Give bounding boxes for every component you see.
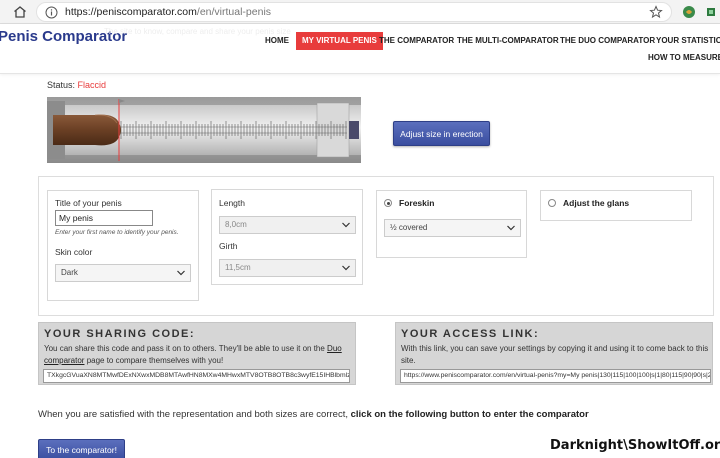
access-link-description: With this link, you can save your settin… xyxy=(401,344,709,365)
extension-icon[interactable] xyxy=(682,5,696,19)
nav-how-to-measure[interactable]: HOW TO MEASURE? xyxy=(648,53,720,62)
nav-your-statistics[interactable]: YOUR STATISTICS xyxy=(656,32,720,50)
final-instruction: When you are satisfied with the represen… xyxy=(38,409,589,420)
sharing-code-heading: YOUR SHARING CODE: xyxy=(44,328,196,340)
foreskin-select[interactable]: ½ covered xyxy=(384,219,521,237)
sharing-code-box: YOUR SHARING CODE: You can share this co… xyxy=(38,322,356,385)
nav-duo-comparator[interactable]: THE DUO COMPARATOR xyxy=(560,32,655,50)
chevron-down-icon xyxy=(177,270,185,276)
foreskin-radio[interactable] xyxy=(384,199,392,207)
title-label: Title of your penis xyxy=(55,198,122,208)
site-info-icon[interactable] xyxy=(45,6,58,19)
chevron-down-icon xyxy=(342,222,350,228)
penis-title-input[interactable]: My penis xyxy=(55,210,153,226)
access-link-box: YOUR ACCESS LINK: With this link, you ca… xyxy=(395,322,713,385)
extension-icon[interactable] xyxy=(704,5,718,19)
access-link-heading: YOUR ACCESS LINK: xyxy=(401,328,540,340)
adjust-erection-button[interactable]: Adjust size in erection xyxy=(393,121,490,146)
chevron-down-icon xyxy=(507,225,515,231)
nav-home[interactable]: HOME xyxy=(265,32,289,50)
glans-label: Adjust the glans xyxy=(563,198,630,208)
length-select[interactable]: 8,0cm xyxy=(219,216,356,234)
glans-card: Adjust the glans xyxy=(540,190,692,221)
penis-size-preview xyxy=(47,97,361,163)
status-text: Status: Flaccid xyxy=(47,80,107,90)
girth-select[interactable]: 11,5cm xyxy=(219,259,356,277)
status-value: Flaccid xyxy=(77,80,107,90)
address-bar[interactable]: https://peniscomparator.com/en/virtual-p… xyxy=(36,2,672,22)
foreskin-card: Foreskin ½ covered xyxy=(376,190,527,258)
chevron-down-icon xyxy=(342,265,350,271)
skin-color-label: Skin color xyxy=(55,247,93,257)
nav-my-virtual-penis[interactable]: MY VIRTUAL PENIS xyxy=(296,32,383,50)
sharing-code-field[interactable]: TXkgcGVuaXN8MTMwfDExNXwxMDB8MTAwfHN8MXw4… xyxy=(43,369,350,383)
glans-radio[interactable] xyxy=(548,199,556,207)
site-tagline: The site to know, compare and share your… xyxy=(104,27,291,36)
browser-toolbar: https://peniscomparator.com/en/virtual-p… xyxy=(0,0,720,24)
watermark: Darknight\ShowItOff.org xyxy=(550,438,720,453)
bookmark-star-icon[interactable] xyxy=(649,5,663,19)
girth-label: Girth xyxy=(219,241,238,251)
url-text: https://peniscomparator.com/en/virtual-p… xyxy=(65,6,272,18)
page-root: https://peniscomparator.com/en/virtual-p… xyxy=(0,0,720,458)
to-comparator-button[interactable]: To the comparator! xyxy=(38,439,125,458)
length-label: Length xyxy=(219,198,245,208)
skin-color-select[interactable]: Dark xyxy=(55,264,191,282)
foreskin-label: Foreskin xyxy=(399,198,435,208)
title-hint: Enter your first name to identify your p… xyxy=(55,229,179,236)
title-skin-card: Title of your penis My penis Enter your … xyxy=(47,190,199,301)
size-card: Length 8,0cm Girth 11,5cm xyxy=(211,189,363,285)
nav-multi-comparator[interactable]: THE MULTI-COMPARATOR xyxy=(457,32,559,50)
site-header: Penis Comparator The site to know, compa… xyxy=(0,24,720,74)
home-icon[interactable] xyxy=(12,4,28,20)
nav-the-comparator[interactable]: THE COMPARATOR xyxy=(379,32,454,50)
sharing-code-description: You can share this code and pass it on t… xyxy=(44,344,342,365)
access-link-field[interactable]: https://www.peniscomparator.com/en/virtu… xyxy=(400,369,711,383)
